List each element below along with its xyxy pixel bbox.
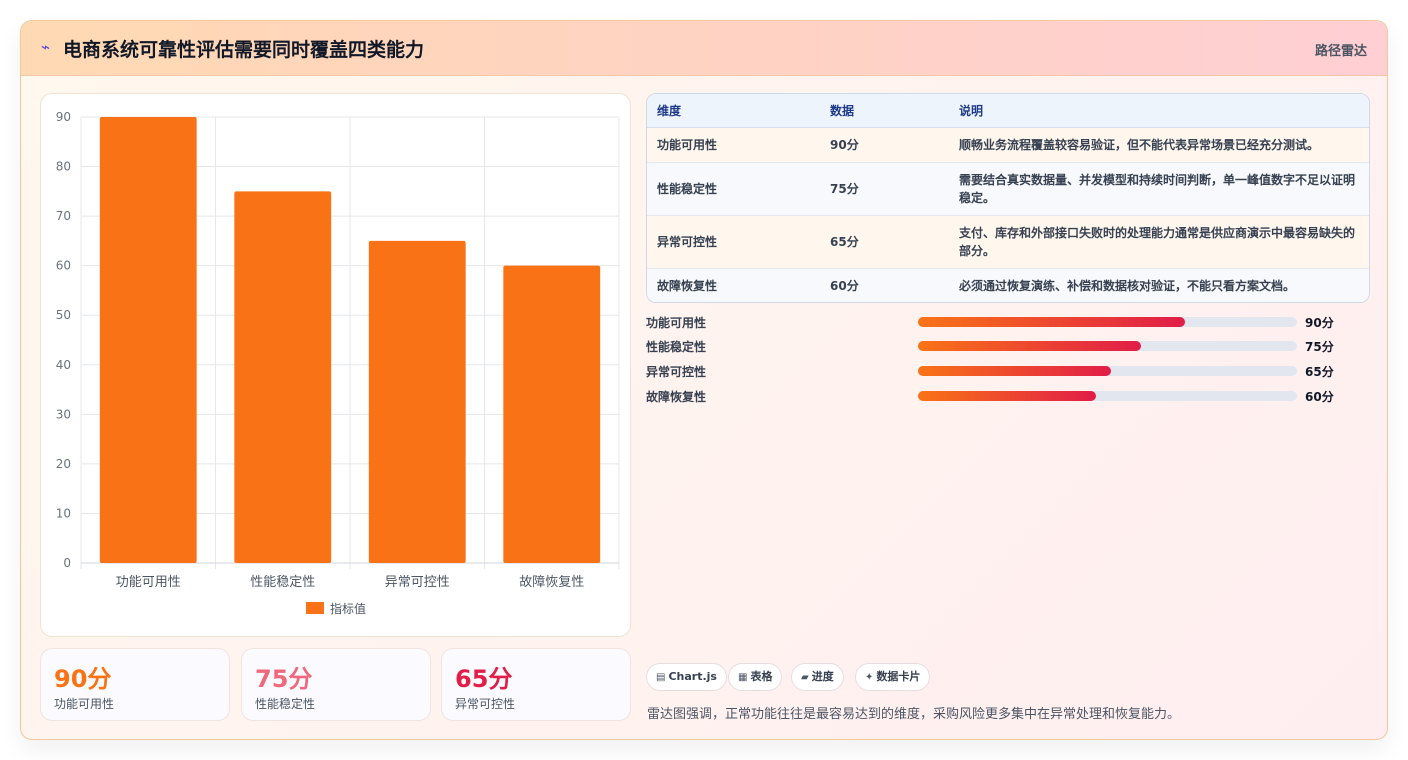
progress-fill	[918, 341, 1141, 351]
legend-label: 指标值	[330, 601, 366, 616]
progress-row-1: 性能稳定性 75分	[646, 336, 1370, 356]
chip-table[interactable]: ▦ 表格	[728, 663, 783, 691]
progress-label: 故障恢复性	[646, 390, 707, 404]
bar	[234, 191, 332, 563]
progress-track	[918, 317, 1297, 327]
x-tick-label: 功能可用性	[116, 575, 181, 590]
progress-fill	[918, 391, 1097, 401]
stat-label: 功能可用性	[54, 697, 115, 711]
column-header: 说明	[949, 94, 1369, 128]
lightning-icon: ⌁	[41, 38, 51, 56]
stat-card-1: 75分 性能稳定性	[241, 648, 431, 721]
table-cell: 90分	[820, 127, 949, 163]
chip-data-card[interactable]: ✦ 数据卡片	[855, 663, 931, 691]
table-row: 故障恢复性 60分 必须通过恢复演练、补偿和数据核对验证，不能只看方案文档。	[647, 268, 1369, 302]
progress-value: 75分	[1305, 340, 1334, 354]
page-title: 电商系统可靠性评估需要同时覆盖四类能力	[63, 39, 425, 61]
chip-progress[interactable]: ▰ 进度	[791, 663, 844, 691]
y-tick-label: 50	[56, 308, 71, 322]
stat-value: 65分	[455, 665, 513, 693]
bar	[99, 117, 197, 563]
table-header-row: 维度 数据 说明	[647, 94, 1369, 128]
progress-value: 90分	[1305, 316, 1334, 330]
chip-chartjs[interactable]: ▤ Chart.js	[646, 663, 727, 691]
progress-value: 60分	[1305, 390, 1334, 404]
stat-value: 75分	[255, 665, 313, 693]
stat-value: 90分	[54, 665, 112, 693]
table-cell: 支付、库存和外部接口失败时的处理能力通常是供应商演示中最容易缺失的部分。	[949, 215, 1369, 269]
column-header: 维度	[647, 94, 820, 128]
bar	[503, 265, 601, 563]
progress-icon: ▰	[801, 672, 809, 683]
chip-label: 数据卡片	[876, 670, 921, 683]
y-tick-label: 10	[56, 506, 71, 520]
table-cell: 性能稳定性	[647, 162, 820, 216]
progress-row-3: 故障恢复性 60分	[646, 386, 1370, 406]
column-header: 数据	[820, 94, 949, 128]
progress-value: 65分	[1305, 365, 1334, 379]
stat-label: 异常可控性	[455, 697, 516, 711]
bar-chart: 0 10 20 30 40 50 60 70 80 90 功能可用性 性能稳定性 异常可控性 故障恢复性指…	[56, 110, 620, 616]
footer-note: 雷达图强调，正常功能往往是最容易达到的维度，采购风险更多集中在异常处理和恢复能力…	[647, 707, 1181, 722]
table-cell: 功能可用性	[647, 127, 820, 163]
table-row: 性能稳定性 75分 需要结合真实数据量、并发模型和持续时间判断，单一峰值数字不足…	[647, 162, 1369, 216]
table-row: 功能可用性 90分 顺畅业务流程覆盖较容易验证，但不能代表异常场景已经充分测试。	[647, 127, 1369, 163]
x-tick-label: 异常可控性	[385, 575, 450, 590]
chip-label: 表格	[750, 670, 773, 683]
y-tick-label: 40	[56, 358, 71, 372]
stat-card-2: 65分 异常可控性	[441, 648, 631, 721]
sparkle-icon: ✦	[865, 672, 874, 683]
y-tick-label: 70	[56, 209, 71, 223]
x-tick-label: 性能稳定性	[250, 574, 315, 590]
progress-row-0: 功能可用性 90分	[646, 312, 1370, 332]
progress-fill	[918, 317, 1186, 327]
y-tick-label: 0	[63, 556, 71, 570]
data-table: 维度 数据 说明 功能可用性 90分 顺畅业务流程覆盖较容易验证，但不能代表异常…	[647, 94, 1369, 302]
progress-label: 异常可控性	[646, 365, 707, 379]
report-card: ⌁ 电商系统可靠性评估需要同时覆盖四类能力 路径雷达 0 10 20 30 40 50 60…	[20, 20, 1388, 740]
card-header: ⌁ 电商系统可靠性评估需要同时覆盖四类能力 路径雷达	[21, 21, 1387, 76]
y-tick-label: 80	[56, 160, 71, 174]
y-tick-label: 20	[56, 457, 71, 471]
y-tick-label: 30	[56, 407, 71, 421]
table-cell: 75分	[820, 162, 949, 216]
table-cell: 顺畅业务流程覆盖较容易验证，但不能代表异常场景已经充分测试。	[949, 127, 1369, 163]
y-tick-label: 60	[56, 259, 71, 273]
data-table-panel: 维度 数据 说明 功能可用性 90分 顺畅业务流程覆盖较容易验证，但不能代表异常…	[646, 93, 1370, 303]
progress-label: 功能可用性	[646, 316, 707, 330]
stat-card-0: 90分 功能可用性	[40, 648, 230, 721]
table-cell: 65分	[820, 215, 949, 269]
table-cell: 60分	[820, 268, 949, 302]
y-tick-label: 90	[56, 110, 71, 124]
progress-track	[918, 366, 1297, 376]
table-cell: 故障恢复性	[647, 268, 820, 302]
chart-icon: ▤	[656, 672, 666, 683]
legend-swatch	[306, 602, 324, 614]
bar	[368, 240, 466, 563]
progress-row-2: 异常可控性 65分	[646, 361, 1370, 381]
x-tick-label: 故障恢复性	[519, 575, 584, 590]
table-cell: 必须通过恢复演练、补偿和数据核对验证，不能只看方案文档。	[949, 268, 1369, 302]
header-tag: 路径雷达	[1314, 44, 1367, 59]
table-row: 异常可控性 65分 支付、库存和外部接口失败时的处理能力通常是供应商演示中最容易…	[647, 215, 1369, 269]
chip-label: Chart.js	[668, 670, 717, 683]
progress-track	[918, 391, 1297, 401]
progress-track	[918, 341, 1297, 351]
bar-chart-panel: 0 10 20 30 40 50 60 70 80 90 功能可用性 性能稳定性 异常可控性 故障恢复性指…	[40, 93, 631, 637]
table-icon: ▦	[738, 672, 748, 683]
table-cell: 需要结合真实数据量、并发模型和持续时间判断，单一峰值数字不足以证明稳定。	[949, 162, 1369, 216]
chip-label: 进度	[811, 670, 834, 683]
table-cell: 异常可控性	[647, 215, 820, 269]
stat-label: 性能稳定性	[255, 697, 316, 711]
progress-fill	[918, 366, 1111, 376]
progress-label: 性能稳定性	[646, 340, 707, 354]
